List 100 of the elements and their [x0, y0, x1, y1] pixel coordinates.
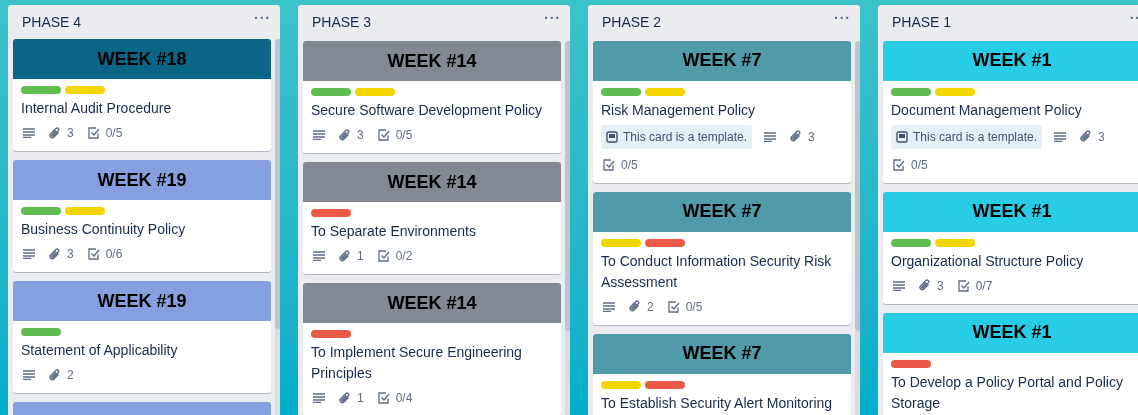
description-icon — [893, 280, 905, 291]
card-title: To Develop a Policy Portal and Policy Storage — [891, 372, 1124, 413]
list-menu-button[interactable]: ··· — [834, 13, 851, 23]
label-tag[interactable] — [311, 209, 351, 217]
list-title: PHASE 3 — [312, 13, 372, 31]
description-icon — [23, 370, 35, 381]
checklist-count: 0/6 — [105, 246, 123, 264]
label-tag[interactable] — [601, 380, 641, 389]
card-cover: WEEK #19 — [13, 281, 271, 322]
paperclip-icon — [49, 368, 61, 382]
label-tag[interactable] — [601, 87, 641, 96]
card[interactable]: WEEK #1 Document Management Policy This card is a template. 3 0/5 — [883, 40, 1138, 183]
attachments-count: 3 — [67, 125, 74, 143]
checklist-count: 0/5 — [911, 156, 928, 174]
card-title: Document Management Policy — [891, 100, 1083, 120]
label-tag[interactable] — [311, 330, 351, 338]
card-title: Organizational Structure Policy — [891, 251, 1085, 271]
checklist-count: 0/7 — [975, 277, 993, 295]
card[interactable]: WEEK #7 Risk Management Policy This card is a template. 3 0/5 — [593, 40, 851, 183]
label-tag[interactable] — [891, 87, 931, 96]
card-cover: WEEK #14 — [303, 283, 561, 323]
checkbox-icon — [87, 127, 100, 140]
template-note: This card is a template. — [913, 128, 1038, 146]
paperclip-icon — [790, 130, 803, 144]
card[interactable]: WEEK #7 To Conduct Information Security Risk Assessment 2 0/5 — [593, 191, 851, 325]
label-tag[interactable] — [645, 380, 685, 389]
checklist-count: 0/4 — [395, 390, 413, 407]
card-cover: WEEK #1 — [883, 191, 1138, 232]
attachments-count: 3 — [808, 128, 815, 146]
label-tag[interactable] — [21, 86, 61, 95]
description-icon — [1054, 131, 1067, 142]
list-menu-button[interactable]: ··· — [544, 13, 561, 23]
card-cover: WEEK #14 — [303, 41, 561, 81]
label-tag[interactable] — [891, 359, 931, 368]
checkbox-icon — [377, 392, 390, 404]
label-tag[interactable] — [645, 238, 685, 247]
card-cover: WEEK #7 — [593, 191, 851, 232]
card-title: Business Continuity Policy — [21, 220, 187, 240]
card[interactable]: WEEK #7 To Establish Security Alert Monitoring — [593, 333, 851, 415]
label-tag[interactable] — [21, 328, 61, 337]
checklist-count: 0/5 — [105, 125, 123, 143]
card-title: Internal Audit Procedure — [21, 99, 173, 119]
card[interactable]: WEEK #18 Internal Audit Procedure 3 0/5 — [13, 39, 271, 152]
card[interactable]: WEEK #14 To Implement Secure Engineering Principles 1 0/4 — [303, 283, 561, 415]
description-icon — [23, 128, 35, 139]
paperclip-icon — [919, 279, 931, 293]
label-tag[interactable] — [935, 238, 975, 247]
card-title: Secure Software Development Policy — [311, 101, 544, 120]
description-icon — [313, 251, 325, 261]
label-tag[interactable] — [311, 88, 351, 96]
list-title: PHASE 1 — [892, 13, 952, 31]
checkbox-icon — [377, 250, 390, 262]
description-icon — [764, 131, 777, 142]
description-icon — [603, 301, 615, 312]
paperclip-icon — [339, 391, 351, 405]
label-tag[interactable] — [21, 207, 61, 216]
paperclip-icon — [629, 300, 641, 314]
checklist-count: 0/5 — [395, 127, 413, 144]
list-menu-button[interactable]: ··· — [254, 13, 271, 23]
card-cover: WEEK #19 — [13, 160, 271, 201]
card[interactable]: WEEK #19 Statement of Applicability 2 — [13, 281, 271, 394]
attachments-count: 3 — [1098, 128, 1105, 146]
checkbox-icon — [603, 158, 615, 171]
card-title: Risk Management Policy — [601, 100, 757, 120]
label-tag[interactable] — [65, 86, 105, 95]
card-cover: WEEK #14 — [303, 162, 561, 202]
checkbox-icon — [377, 129, 390, 141]
card-cover: WEEK #18 — [13, 39, 271, 80]
card[interactable]: WEEK #14 To Separate Environments 1 0/2 — [303, 162, 561, 274]
checklist-count: 0/5 — [621, 156, 638, 174]
label-tag[interactable] — [935, 87, 975, 96]
paperclip-icon — [1080, 130, 1093, 144]
card-title: To Conduct Information Security Risk Assessment — [601, 251, 833, 292]
card-cover: WEEK #7 — [593, 40, 851, 81]
label-tag[interactable] — [645, 87, 685, 96]
card-title: To Establish Security Alert Monitoring — [601, 393, 834, 413]
template-note: This card is a template. — [623, 128, 748, 146]
paperclip-icon — [49, 126, 61, 140]
label-tag[interactable] — [891, 238, 931, 247]
card-cover: WEEK #1 — [883, 40, 1138, 81]
card[interactable]: WEEK #14 Secure Software Development Policy 3 0/5 — [303, 41, 561, 153]
description-icon — [23, 249, 35, 260]
paperclip-icon — [49, 247, 61, 261]
label-tag[interactable] — [65, 207, 105, 216]
attachments-count: 3 — [937, 277, 944, 295]
label-tag[interactable] — [601, 238, 641, 247]
description-icon — [313, 393, 325, 403]
attachments-count: 2 — [67, 367, 74, 385]
paperclip-icon — [339, 128, 351, 142]
checkbox-icon — [87, 248, 100, 261]
attachments-count: 3 — [357, 127, 364, 144]
checkbox-icon — [957, 279, 970, 292]
card[interactable]: WEEK #1 To Develop a Policy Portal and Policy Storage — [883, 312, 1138, 415]
attachments-count: 3 — [67, 246, 74, 264]
card-title: To Implement Secure Engineering Principles — [311, 343, 523, 383]
attachments-count: 1 — [357, 390, 364, 407]
card[interactable]: WEEK #1 Organizational Structure Policy 3 0/7 — [883, 191, 1138, 304]
checklist-count: 0/2 — [395, 248, 413, 265]
card[interactable]: WEEK #19 Business Continuity Policy 3 0/6 — [13, 160, 271, 273]
paperclip-icon — [339, 249, 351, 263]
